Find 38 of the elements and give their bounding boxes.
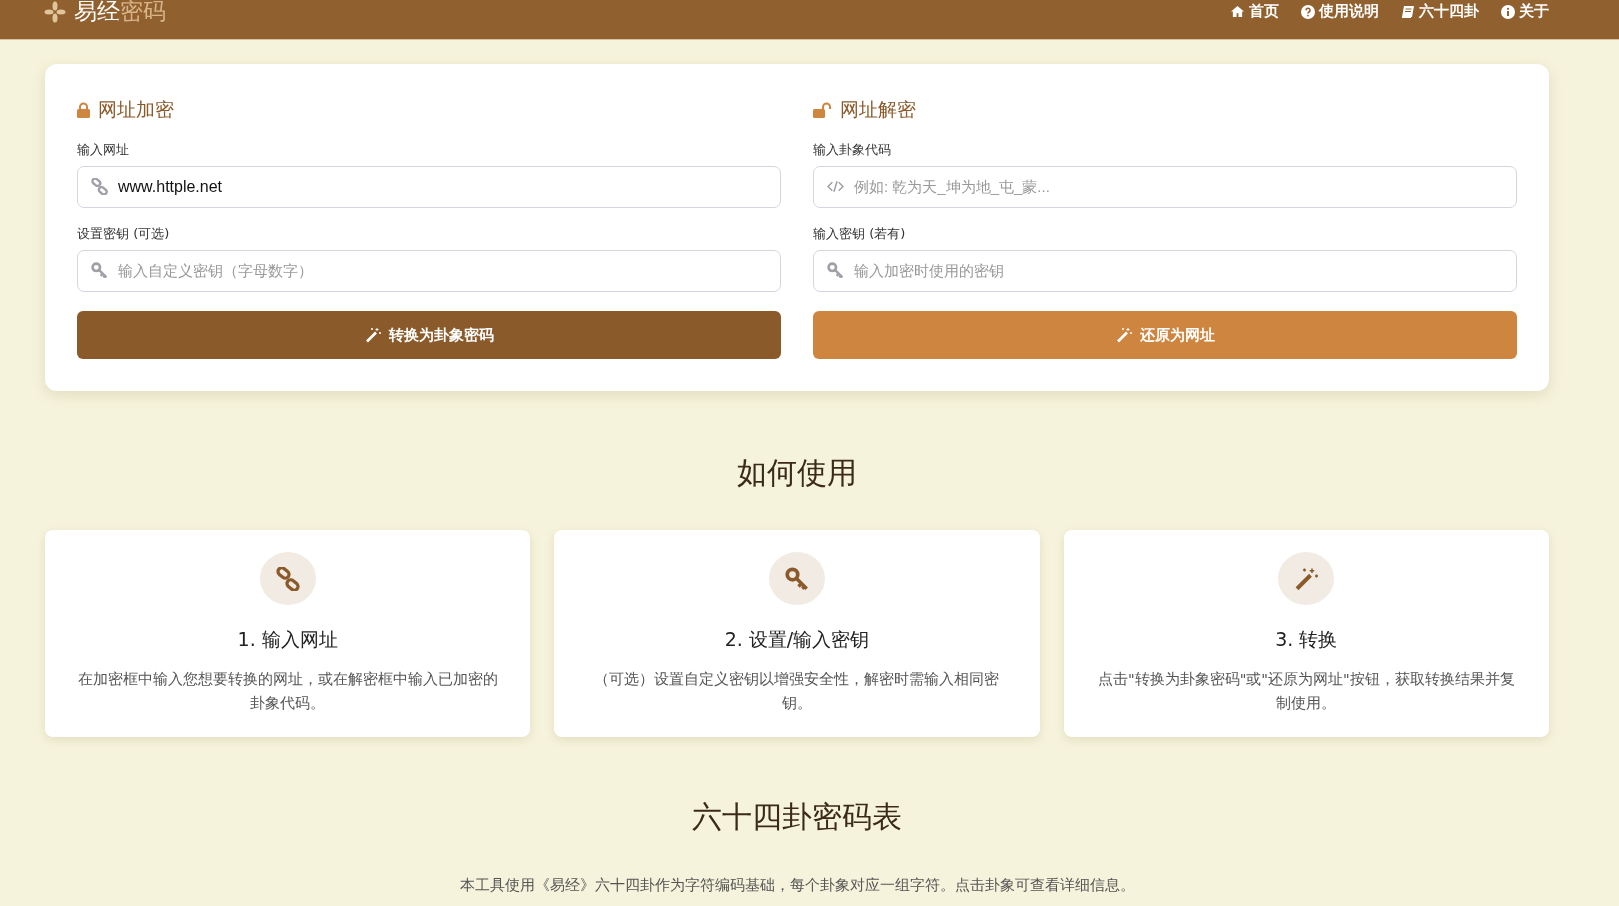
input-field[interactable]: www.httple.net [77, 166, 781, 208]
key-icon [785, 566, 809, 591]
convert-button[interactable]: 还原为网址 [813, 311, 1517, 359]
panel-title: 网址解密 [840, 97, 916, 122]
input-field[interactable]: 输入自定义密钥（字母数字） [77, 250, 781, 292]
info-icon [1501, 4, 1515, 19]
section-title: 六十四卦密码表 [691, 798, 903, 836]
nav-link[interactable]: 首页 [1230, 2, 1279, 21]
field-label: 输入网址 [77, 141, 130, 159]
field-label: 输入密钥 (若有) [813, 225, 907, 243]
panel-title: 网址加密 [98, 97, 174, 122]
step-description: 在加密框中输入您想要转换的网址，或在解密框中输入已加密的卦象代码。 [76, 670, 499, 713]
help-icon [1301, 4, 1315, 19]
magic-wand-icon [364, 327, 381, 343]
step-title: 2. 设置/输入密钥 [724, 627, 870, 652]
nav-link[interactable]: 使用说明 [1301, 2, 1379, 21]
nav-link[interactable]: 关于 [1501, 2, 1549, 21]
magic-wand-icon [1115, 327, 1132, 343]
nav-link[interactable]: 六十四卦 [1401, 2, 1479, 21]
field-label: 设置密钥 (可选) [77, 225, 171, 243]
home-icon [1230, 5, 1245, 18]
book-icon [1401, 4, 1415, 19]
link-icon [275, 566, 300, 591]
input-field[interactable]: 输入加密时使用的密钥 [813, 250, 1517, 292]
input-field[interactable]: 例如: 乾为天_坤为地_屯_蒙... [813, 166, 1517, 208]
field-label: 输入卦象代码 [813, 141, 892, 159]
unlock-icon [813, 102, 832, 118]
logo-text-accent: 密码 [120, 0, 166, 24]
convert-button[interactable]: 转换为卦象密码 [77, 311, 781, 359]
step-description: 点击"转换为卦象密码"或"还原为网址"按钮，获取转换结果并复制使用。 [1096, 670, 1516, 713]
step-title: 3. 转换 [1275, 627, 1338, 652]
step-title: 1. 输入网址 [237, 627, 338, 652]
section-title: 如何使用 [736, 454, 858, 492]
step-description: （可选）设置自定义密钥以增强安全性，解密时需输入相同密钥。 [593, 670, 1001, 713]
logo-text: 易经 [74, 0, 120, 24]
intro-text: 本工具使用《易经》六十四卦作为字符编码基础，每个卦象对应一组字符。点击卦象可查看详细信息。 [458, 876, 1136, 895]
lock-icon [77, 102, 90, 118]
magic-wand-icon [1294, 566, 1319, 591]
